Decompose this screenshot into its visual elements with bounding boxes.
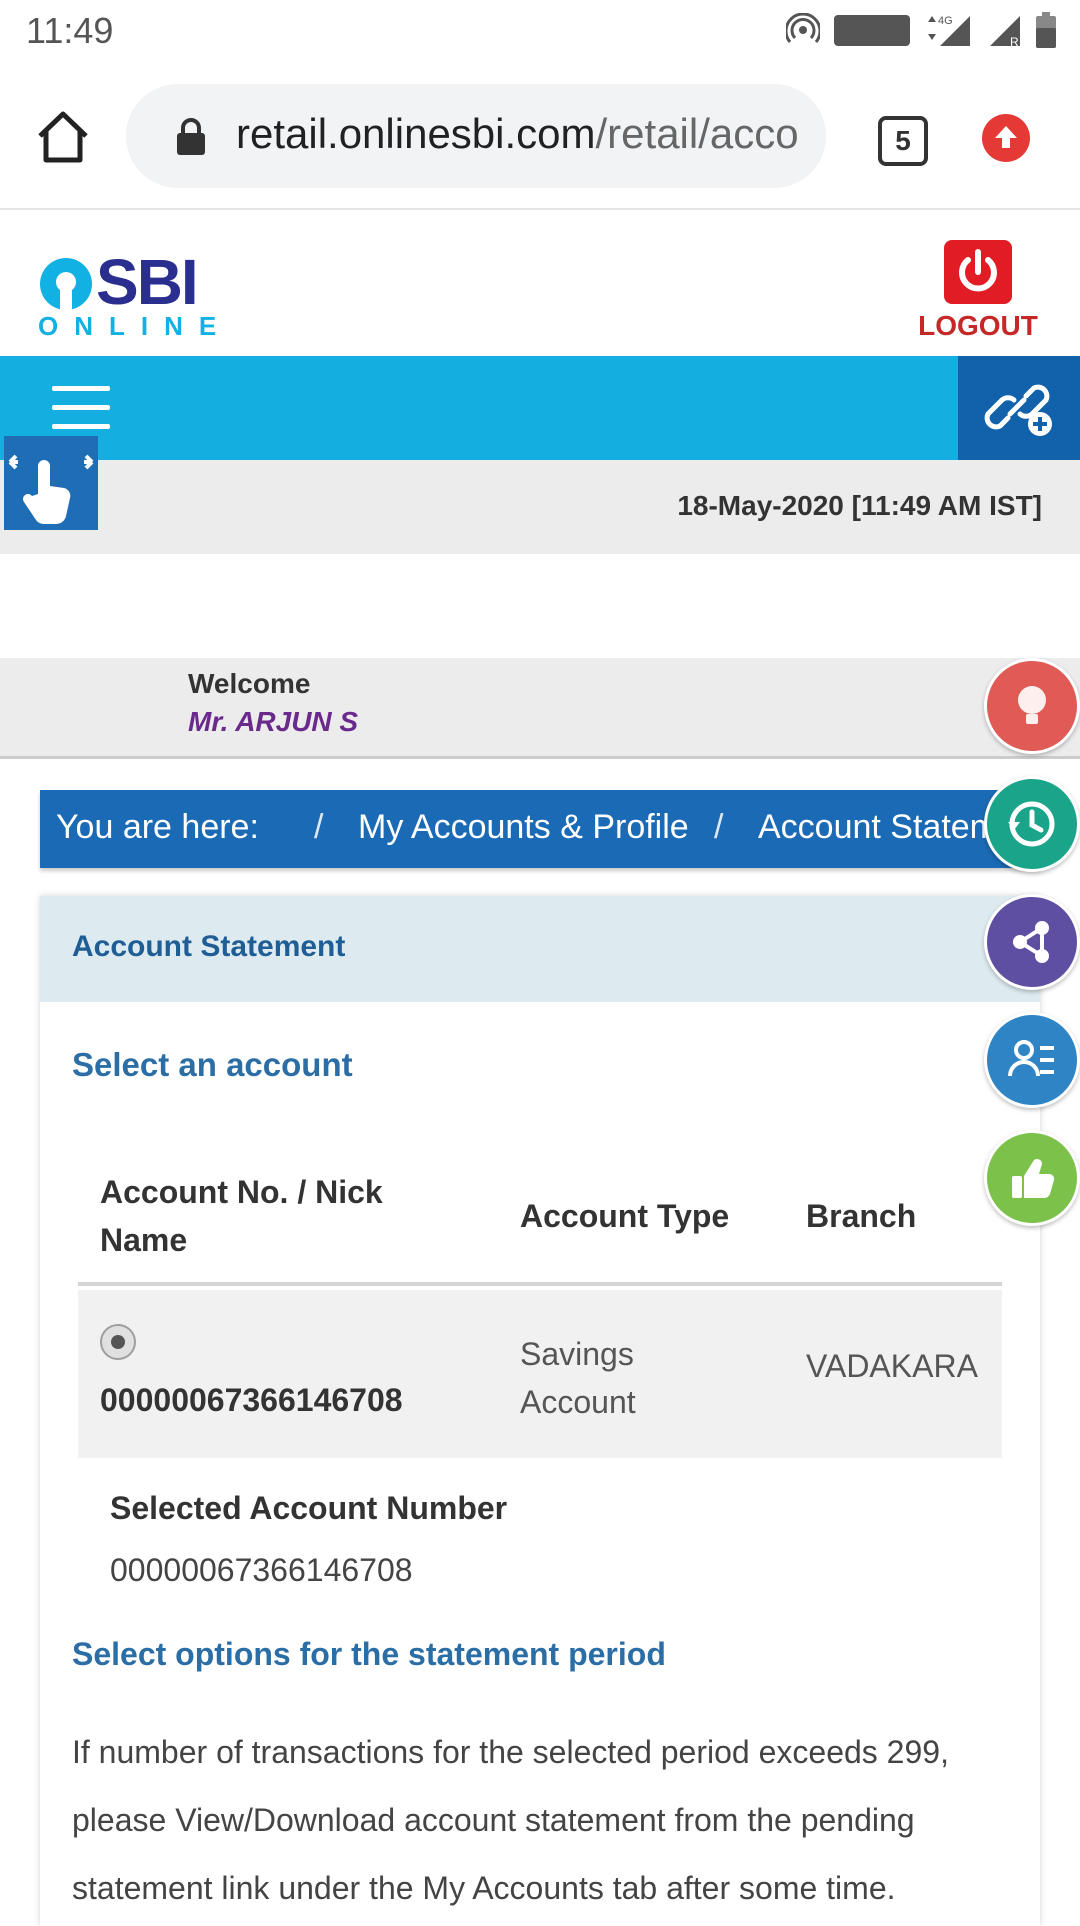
url-path: /retail/acco bbox=[595, 110, 799, 157]
panel-title: Account Statement bbox=[72, 930, 346, 963]
breadcrumb-separator: / bbox=[714, 808, 724, 846]
signal-roaming-icon: R bbox=[988, 12, 1022, 48]
volte-badge: VoLTE bbox=[833, 14, 910, 46]
selected-account-value: 00000067366146708 bbox=[110, 1552, 413, 1588]
quick-link-button[interactable] bbox=[958, 356, 1080, 460]
power-icon bbox=[944, 240, 1012, 304]
column-header-branch: Branch bbox=[806, 1198, 917, 1234]
transactions-info-text: If number of transactions for the select… bbox=[72, 1734, 949, 1906]
date-strip: 18-May-2020 [11:49 AM IST] bbox=[0, 460, 1080, 554]
welcome-bar: Welcome Mr. ARJUN S bbox=[0, 658, 1080, 759]
main-nav-bar bbox=[0, 356, 1080, 460]
breadcrumb-prefix: You are here: bbox=[56, 808, 259, 846]
swipe-hint-icon[interactable] bbox=[4, 436, 98, 530]
address-bar[interactable]: retail.onlinesbi.com/retail/acco bbox=[126, 84, 826, 188]
network-signal-icon: 4G bbox=[924, 12, 974, 48]
url-text: retail.onlinesbi.com/retail/acco bbox=[236, 110, 799, 158]
breadcrumb-separator: / bbox=[314, 808, 324, 846]
account-number: 00000067366146708 bbox=[100, 1382, 403, 1418]
panel-header: Account Statement bbox=[40, 896, 1040, 1002]
accounts-table-header: Account No. / Nick Name Account Type Bra… bbox=[78, 1154, 1002, 1286]
account-statement-panel: Account Statement Select an account Acco… bbox=[40, 896, 1040, 1926]
menu-icon[interactable] bbox=[52, 386, 110, 430]
welcome-label: Welcome bbox=[188, 668, 311, 699]
tips-bulb-icon[interactable] bbox=[984, 658, 1080, 754]
account-branch: VADAKARA bbox=[806, 1348, 978, 1384]
logo-sub-text: ONLINE bbox=[38, 311, 233, 341]
select-account-heading: Select an account bbox=[72, 1046, 353, 1083]
breadcrumb: You are here: / My Accounts & Profile / … bbox=[40, 790, 1040, 868]
current-datetime: 18-May-2020 [11:49 AM IST] bbox=[677, 490, 1042, 521]
update-icon[interactable] bbox=[982, 114, 1030, 162]
user-name: Mr. ARJUN S bbox=[188, 706, 359, 737]
column-header-account-no: Account No. / Nick Name bbox=[100, 1174, 383, 1258]
svg-text:4G: 4G bbox=[938, 15, 953, 27]
logout-label: LOGOUT bbox=[918, 310, 1038, 341]
statement-period-heading: Select options for the statement period bbox=[72, 1636, 666, 1672]
home-icon[interactable] bbox=[34, 108, 92, 166]
history-clock-icon[interactable] bbox=[984, 776, 1080, 872]
site-header: SBI ONLINE LOGOUT bbox=[0, 210, 1080, 356]
svg-text:R: R bbox=[1010, 35, 1019, 48]
share-icon[interactable] bbox=[984, 894, 1080, 990]
logout-button[interactable]: LOGOUT bbox=[918, 240, 1038, 342]
selected-account-label: Selected Account Number bbox=[110, 1490, 508, 1526]
logo-main-text: SBI bbox=[96, 246, 199, 318]
column-header-account-type: Account Type bbox=[520, 1198, 730, 1234]
sbi-mark-icon bbox=[40, 258, 92, 310]
status-icons: VoLTE 4G R bbox=[785, 12, 1056, 48]
battery-icon bbox=[1036, 12, 1056, 48]
account-type: Savings Account bbox=[520, 1336, 636, 1420]
status-bar: 11:49 VoLTE 4G R bbox=[0, 0, 1080, 64]
hotspot-icon bbox=[785, 13, 820, 47]
account-radio-button[interactable] bbox=[100, 1324, 136, 1360]
breadcrumb-item-my-accounts[interactable]: My Accounts & Profile bbox=[358, 808, 689, 847]
table-row[interactable]: 00000067366146708 Savings Account VADAKA… bbox=[78, 1290, 1002, 1458]
tab-switcher-button[interactable]: 5 bbox=[878, 116, 928, 166]
browser-toolbar: retail.onlinesbi.com/retail/acco 5 bbox=[0, 64, 1080, 210]
thumbs-up-feedback-icon[interactable] bbox=[984, 1130, 1080, 1226]
profile-list-icon[interactable] bbox=[984, 1012, 1080, 1108]
sbi-logo[interactable]: SBI ONLINE bbox=[38, 246, 233, 341]
lock-icon bbox=[174, 116, 208, 156]
url-host: retail.onlinesbi.com bbox=[236, 110, 596, 157]
status-time: 11:49 bbox=[26, 10, 114, 51]
